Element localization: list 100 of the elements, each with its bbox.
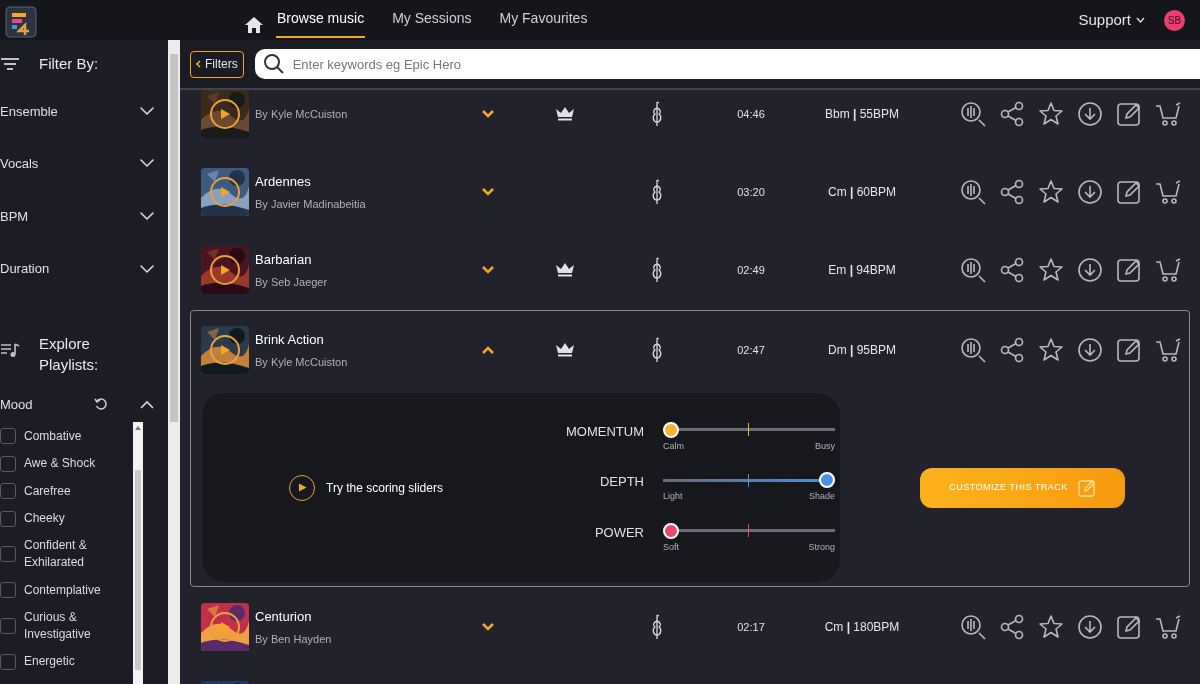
waveform-search-icon[interactable] <box>959 614 987 640</box>
chevron-up-icon <box>482 346 494 354</box>
share-icon[interactable] <box>998 101 1026 127</box>
play-button[interactable] <box>210 335 240 365</box>
track-artist: By Javier Madinabeitia <box>255 197 367 212</box>
filter-dropdown[interactable]: Ensemble <box>0 85 168 138</box>
filter-dropdown[interactable]: Duration <box>0 242 168 296</box>
chevron-down-icon[interactable] <box>140 264 154 274</box>
track-artist: By Kyle McCuiston <box>255 355 349 370</box>
track-artist: By Kyle McCuiston <box>255 106 349 122</box>
mood-option: Cheeky <box>24 510 65 528</box>
cart-icon[interactable] <box>1154 101 1182 127</box>
slider-handle[interactable] <box>819 472 835 489</box>
star-icon[interactable] <box>1037 257 1065 283</box>
scrollbar[interactable] <box>168 40 180 684</box>
chevron-down-icon <box>482 110 494 118</box>
track-artist: By Seb Jaeger <box>255 275 329 290</box>
search-field[interactable]: Enter keywords eg Epic Hero <box>254 49 1200 79</box>
track-key-tempo: Cm | 180BPM <box>823 619 901 636</box>
share-icon[interactable] <box>998 337 1026 363</box>
waveform-search-icon[interactable] <box>959 257 987 283</box>
slider-max-label: Shade <box>808 490 835 504</box>
support-menu[interactable]: Support <box>1078 0 1145 40</box>
checkbox[interactable] <box>0 510 16 527</box>
play-icon <box>219 186 231 198</box>
share-icon[interactable] <box>998 179 1026 205</box>
track-duration: 02:17 <box>736 619 766 635</box>
chevron-down-icon[interactable] <box>140 106 154 116</box>
nav-tab[interactable]: Browse music <box>276 0 366 38</box>
checkbox[interactable] <box>0 653 16 670</box>
mood-option: Curious & Investigative <box>24 608 133 643</box>
play-button[interactable] <box>210 612 240 642</box>
user-avatar[interactable]: SB <box>1164 9 1185 31</box>
slider-min-label: Calm <box>663 439 684 453</box>
app-logo-icon <box>5 6 37 38</box>
nav-tab[interactable]: My Favourites <box>498 0 589 38</box>
filter-dropdown[interactable]: BPM <box>0 190 168 243</box>
track-title: Brink Action <box>255 330 325 349</box>
reset-icon[interactable] <box>94 397 108 412</box>
scrollbar[interactable] <box>133 422 143 684</box>
track-duration: 04:46 <box>736 106 766 122</box>
star-icon[interactable] <box>1037 101 1065 127</box>
checkbox[interactable] <box>0 546 16 563</box>
star-icon[interactable] <box>1037 179 1065 205</box>
cart-icon[interactable] <box>1154 614 1182 640</box>
edit-icon[interactable] <box>1115 257 1143 283</box>
slider-max-label: Busy <box>815 439 835 453</box>
download-icon[interactable] <box>1076 101 1104 127</box>
edit-icon <box>1077 478 1096 497</box>
star-icon[interactable] <box>1037 614 1065 640</box>
sidebar-heading: Explore Playlists: <box>39 334 100 376</box>
waveform-search-icon[interactable] <box>959 101 987 127</box>
crown-icon <box>555 342 575 357</box>
waveform-search-icon[interactable] <box>959 179 987 205</box>
waveform-search-icon[interactable] <box>959 337 987 363</box>
home-icon[interactable] <box>244 16 264 34</box>
chevron-down-icon[interactable] <box>140 159 154 169</box>
crown-icon <box>555 106 575 121</box>
track-key-tempo: Bbm | 55BPM <box>823 106 901 123</box>
slider-handle[interactable] <box>663 522 679 539</box>
checkbox[interactable] <box>0 428 16 445</box>
filters-button[interactable]: Filters <box>190 50 244 78</box>
track-artist: By Ben Hayden <box>255 632 333 647</box>
download-icon[interactable] <box>1076 257 1104 283</box>
edit-icon[interactable] <box>1115 337 1143 363</box>
chevron-up-icon <box>140 400 154 410</box>
download-icon[interactable] <box>1076 179 1104 205</box>
slider-min-label: Light <box>663 490 683 504</box>
play-button[interactable] <box>210 255 240 285</box>
track-key-tempo: Cm | 60BPM <box>826 184 897 201</box>
star-icon[interactable] <box>1037 337 1065 363</box>
checkbox[interactable] <box>0 582 16 599</box>
cart-icon[interactable] <box>1154 337 1182 363</box>
chevron-down-icon <box>482 266 494 274</box>
checkbox[interactable] <box>0 455 16 472</box>
play-icon <box>219 108 231 120</box>
slider-label: DEPTH <box>598 473 644 492</box>
edit-icon[interactable] <box>1115 101 1143 127</box>
share-icon[interactable] <box>998 614 1026 640</box>
cart-icon[interactable] <box>1154 257 1182 283</box>
edit-icon[interactable] <box>1115 614 1143 640</box>
checkbox[interactable] <box>0 617 16 634</box>
nav-tab[interactable]: My Sessions <box>391 0 473 38</box>
play-button[interactable] <box>210 177 240 207</box>
edit-icon[interactable] <box>1115 179 1143 205</box>
download-icon[interactable] <box>1076 614 1104 640</box>
play-icon <box>219 264 231 276</box>
play-button[interactable] <box>210 99 240 129</box>
slider-handle[interactable] <box>663 421 679 438</box>
share-icon[interactable] <box>998 257 1026 283</box>
download-icon[interactable] <box>1076 337 1104 363</box>
search-icon <box>262 53 285 75</box>
sliders-prompt: Try the scoring sliders <box>326 479 444 497</box>
checkbox[interactable] <box>0 483 16 500</box>
filter-dropdown[interactable]: Vocals <box>0 137 168 191</box>
cart-icon[interactable] <box>1154 179 1182 205</box>
play-icon <box>297 483 307 492</box>
crown-icon <box>555 262 575 277</box>
slider-min-label: Soft <box>663 540 679 554</box>
chevron-down-icon[interactable] <box>140 212 154 221</box>
